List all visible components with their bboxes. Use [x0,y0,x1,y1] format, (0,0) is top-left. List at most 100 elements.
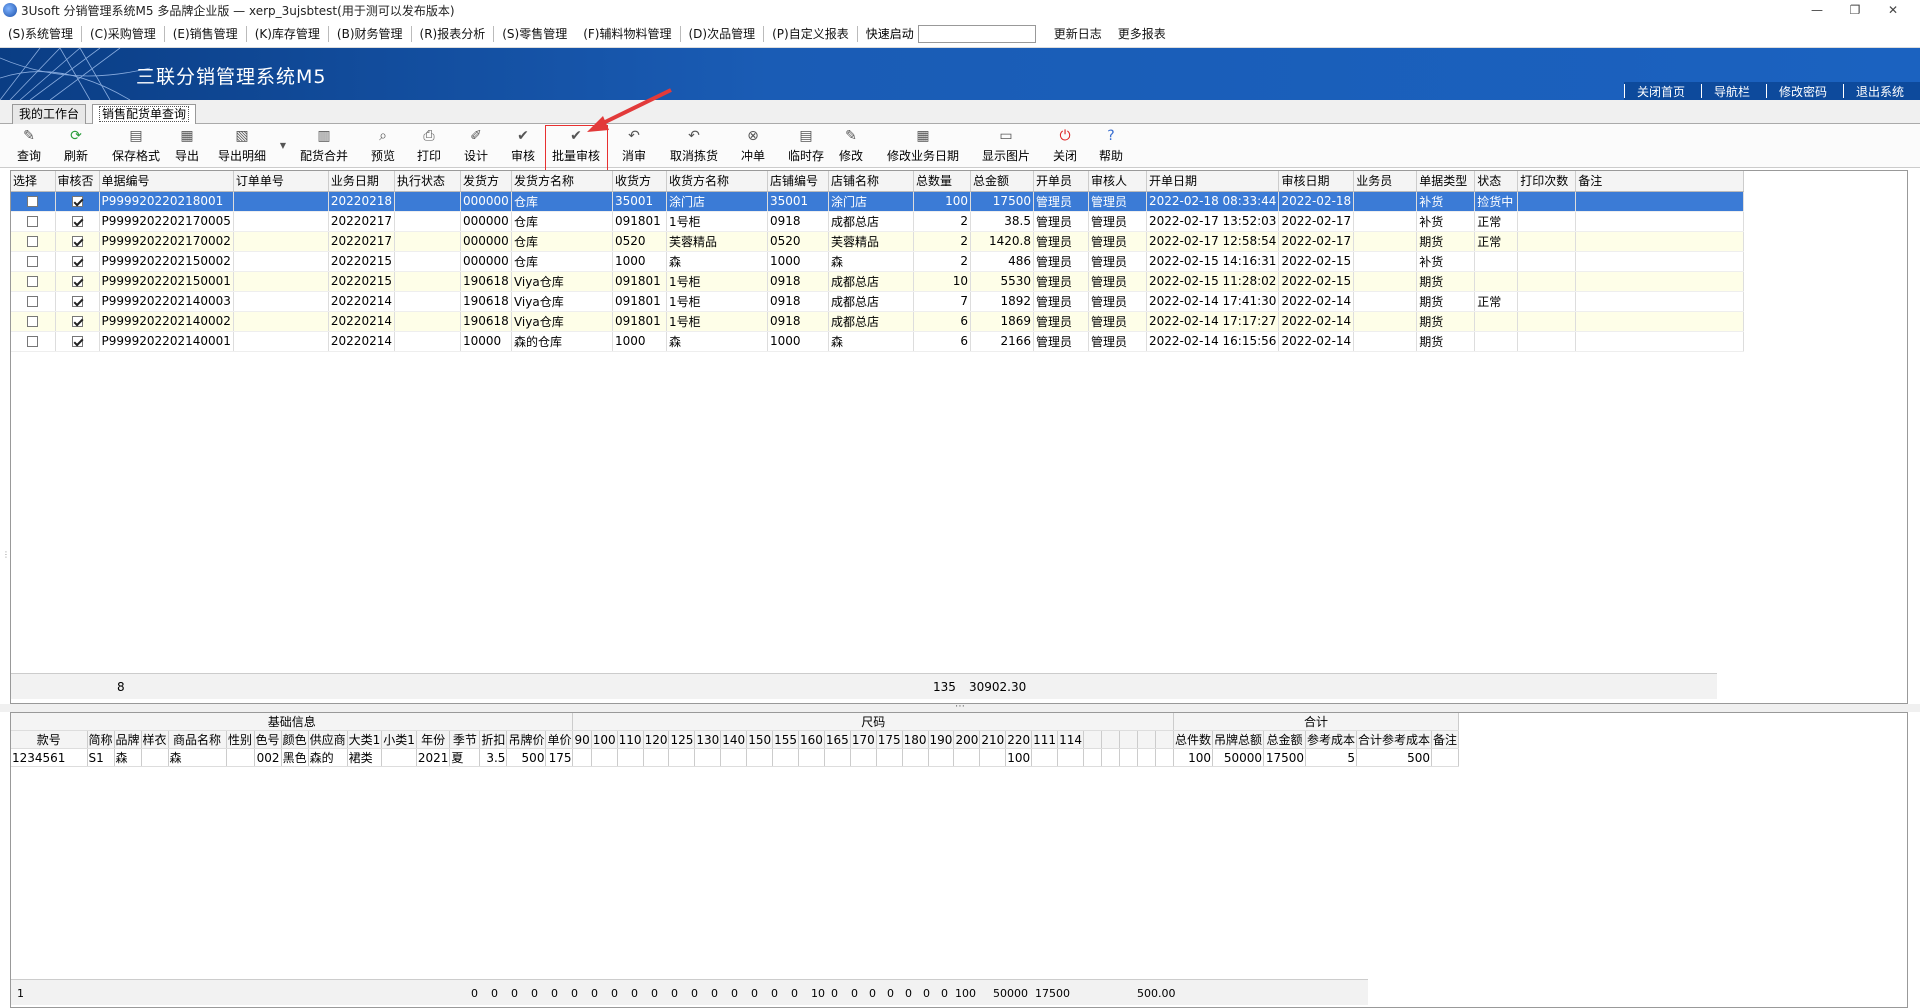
table-cell[interactable]: 管理员 [1033,231,1089,252]
table-cell[interactable]: 期货 [1416,291,1476,312]
table-cell[interactable] [694,748,722,767]
table-row[interactable]: 1234561 S1 森森 002 黑色 森的 裙类 2021 夏 3.5 500 175 100 100… [11,748,1460,767]
save-format-button[interactable]: ▤ 保存格式 [110,128,162,166]
column-header[interactable]: 200 [953,730,981,749]
table-cell[interactable] [643,748,670,767]
table-cell[interactable]: 2 [913,231,971,252]
table-cell[interactable] [617,748,644,767]
table-cell[interactable]: 2 [913,251,971,272]
column-header[interactable]: 165 [824,730,851,749]
pane-splitter[interactable]: ⋯ [0,702,1920,712]
column-header[interactable]: 年份 [416,730,451,749]
table-cell[interactable]: 175 [545,748,574,767]
table-cell[interactable]: 1000 [612,251,667,272]
table-cell[interactable]: P9999202202140003 [99,291,234,312]
side-grip-icon[interactable]: ⋮ [2,550,10,564]
table-cell[interactable]: 0520 [767,231,829,252]
menu-inventory[interactable]: (K)库存管理 [247,25,328,42]
table-cell[interactable] [824,748,851,767]
table-cell[interactable]: 2022-02-14 17:41:30 [1146,291,1280,312]
table-cell[interactable]: 2022-02-15 [1278,251,1355,272]
table-cell[interactable]: Viya仓库 [511,311,613,332]
table-cell[interactable] [1137,748,1156,767]
column-header[interactable] [1083,730,1102,749]
column-header[interactable] [1119,730,1138,749]
export-button[interactable]: ▦ 导出 [174,128,200,166]
table-cell[interactable] [979,748,1007,767]
table-cell[interactable]: 2022-02-15 11:28:02 [1146,271,1280,292]
column-header[interactable]: 性别 [226,730,255,749]
select-checkbox[interactable] [11,251,56,272]
column-header[interactable]: 180 [902,730,929,749]
table-cell[interactable]: 100 [1173,748,1213,767]
table-cell[interactable] [233,271,329,292]
table-cell[interactable]: 2022-02-17 [1278,231,1355,252]
table-cell[interactable] [1517,311,1577,332]
table-cell[interactable]: 捡货中 [1474,191,1519,212]
column-header[interactable]: 样衣 [141,730,169,749]
column-header[interactable]: 90 [572,730,592,749]
table-cell[interactable]: 35001 [612,191,667,212]
column-header[interactable]: 审核日期 [1278,171,1355,192]
table-cell[interactable]: 仓库 [511,191,613,212]
table-cell[interactable]: 管理员 [1088,251,1147,272]
table-cell[interactable]: 20220217 [328,211,395,232]
menu-system[interactable]: (S)系统管理 [0,25,81,42]
merge-allocation-button[interactable]: ▥ 配货合并 [298,128,350,166]
column-header[interactable]: 备注 [1431,730,1460,749]
change-password-link[interactable]: 修改密码 [1765,84,1843,98]
table-cell[interactable]: S1 [87,748,115,767]
table-cell[interactable]: 管理员 [1033,291,1089,312]
table-cell[interactable]: 森的仓库 [511,331,613,352]
column-header[interactable]: 收货方 [612,171,667,192]
table-cell[interactable] [226,748,255,767]
table-cell[interactable]: 黑色 [281,748,309,767]
table-cell[interactable]: Viya仓库 [511,271,613,292]
column-header[interactable]: 吊牌总额 [1212,730,1265,749]
table-cell[interactable]: 20220214 [328,331,395,352]
table-cell[interactable]: 1号柜 [666,311,768,332]
table-cell[interactable]: 2 [913,211,971,232]
table-cell[interactable]: 1号柜 [666,291,768,312]
select-checkbox[interactable] [11,231,56,252]
table-row[interactable]: P999920220218001 20220218 000000 仓库 35001 涂门店… [11,191,1745,212]
select-checkbox[interactable] [11,331,56,352]
column-header[interactable]: 业务员 [1353,171,1418,192]
menu-custom-reports[interactable]: (P)自定义报表 [764,25,857,42]
table-cell[interactable]: 486 [970,251,1034,272]
table-cell[interactable]: 成都总店 [828,311,914,332]
checkbox-icon[interactable] [27,336,39,347]
column-header[interactable]: 店铺编号 [767,171,829,192]
table-cell[interactable] [1575,291,1745,312]
table-cell[interactable]: 森的 [308,748,348,767]
table-cell[interactable]: 2022-02-14 [1278,331,1355,352]
table-cell[interactable] [233,211,329,232]
table-cell[interactable]: 0918 [767,271,829,292]
table-cell[interactable] [381,748,417,767]
table-cell[interactable]: 17500 [970,191,1034,212]
column-header[interactable]: 选择 [11,171,56,192]
table-cell[interactable]: 补货 [1416,191,1476,212]
column-header[interactable]: 色号 [254,730,282,749]
table-cell[interactable]: 正常 [1474,291,1519,312]
table-cell[interactable]: 仓库 [511,231,613,252]
table-cell[interactable] [572,748,592,767]
close-icon[interactable]: ✕ [1874,0,1912,20]
table-cell[interactable]: P9999202202140001 [99,331,234,352]
table-cell[interactable]: 2022-02-15 14:16:31 [1146,251,1280,272]
column-header[interactable]: 总数量 [913,171,971,192]
table-cell[interactable]: 1892 [970,291,1034,312]
table-cell[interactable]: 2022-02-17 13:52:03 [1146,211,1280,232]
column-header[interactable]: 供应商 [308,730,348,749]
table-cell[interactable] [1517,291,1577,312]
table-cell[interactable] [1575,251,1745,272]
table-cell[interactable]: 管理员 [1033,211,1089,232]
table-cell[interactable] [394,271,461,292]
table-cell[interactable]: 管理员 [1033,251,1089,272]
table-cell[interactable] [233,191,329,212]
preview-button[interactable]: ⌕ 预览 [370,128,396,166]
menu-purchase[interactable]: (C)采购管理 [82,25,164,42]
select-checkbox[interactable] [11,291,56,312]
update-log-link[interactable]: 更新日志 [1046,25,1110,42]
table-cell[interactable]: 管理员 [1088,211,1147,232]
